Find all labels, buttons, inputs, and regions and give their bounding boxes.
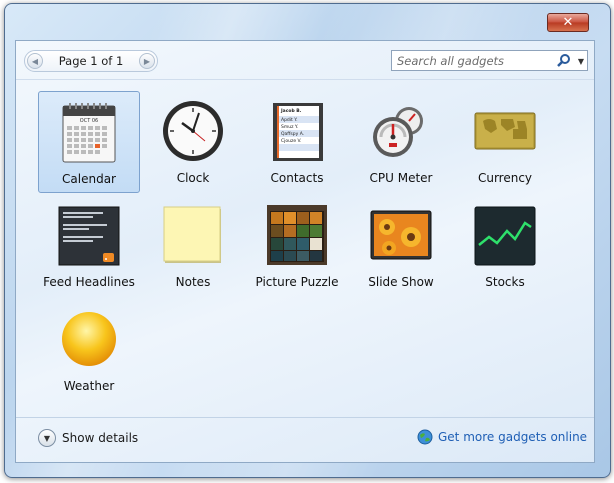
gadget-stocks[interactable]: Stocks — [454, 195, 556, 297]
gadget-weather[interactable]: Weather — [38, 299, 140, 401]
sun-icon — [62, 312, 116, 366]
cpu-meter-icon — [373, 107, 423, 157]
search-icon[interactable] — [555, 52, 573, 70]
gadget-label: Weather — [63, 379, 115, 393]
gadget-picture-puzzle[interactable]: Picture Puzzle — [246, 195, 348, 297]
slide-show-icon — [370, 210, 432, 260]
contact-entry: Cjouze V. — [281, 138, 302, 144]
page-label: Page 1 of 1 — [58, 54, 124, 68]
gadget-label: Calendar — [62, 172, 116, 186]
gallery-content: ◀ Page 1 of 1 ▶ Search all gadgets ▼ OCT… — [15, 40, 595, 463]
gadget-currency[interactable]: Currency — [454, 91, 556, 193]
feed-headlines-icon — [58, 206, 120, 266]
gadget-label: Feed Headlines — [43, 275, 135, 289]
gadget-clock[interactable]: Clock — [142, 91, 244, 193]
clock-icon — [163, 101, 223, 161]
globe-icon — [417, 429, 433, 445]
close-icon: ✕ — [562, 15, 574, 30]
search-dropdown-button[interactable]: ▼ — [575, 52, 587, 70]
gadget-label: Picture Puzzle — [255, 275, 339, 289]
chevron-left-icon: ◀ — [31, 56, 39, 66]
search-box[interactable]: Search all gadgets ▼ — [391, 50, 588, 71]
gadget-notes[interactable]: Notes — [142, 195, 244, 297]
close-button[interactable]: ✕ — [547, 13, 589, 32]
toolbar: ◀ Page 1 of 1 ▶ Search all gadgets ▼ — [16, 41, 594, 80]
show-details-button[interactable]: ▼ Show details — [38, 429, 138, 447]
gadget-label: Stocks — [485, 275, 525, 289]
stocks-icon — [474, 206, 536, 266]
search-input[interactable]: Search all gadgets — [397, 54, 504, 68]
calendar-icon-month: OCT 06 — [80, 118, 98, 124]
currency-icon — [474, 112, 536, 150]
gadget-calendar[interactable]: OCT 06 Calendar — [38, 91, 140, 193]
gadget-label: Contacts — [270, 171, 324, 185]
contact-entry: Apdit Y. — [281, 117, 298, 123]
pager: ◀ Page 1 of 1 ▶ — [24, 50, 158, 72]
calendar-icon: OCT 06 — [62, 103, 116, 163]
gadget-label: Slide Show — [368, 275, 434, 289]
footer: ▼ Show details Get more gadgets online — [16, 417, 594, 462]
gadget-cpu-meter[interactable]: CPU Meter — [350, 91, 452, 193]
chevron-down-icon: ▼ — [38, 429, 56, 447]
contact-entry: Jacob B. — [280, 108, 302, 114]
gadget-label: CPU Meter — [369, 171, 433, 185]
gadget-feed-headlines[interactable]: Feed Headlines — [38, 195, 140, 297]
contact-entry: Qaffspy A. — [281, 131, 304, 137]
next-page-button[interactable]: ▶ — [139, 53, 155, 69]
contact-entry: Smuz Y. — [281, 124, 298, 130]
notes-icon — [163, 206, 221, 263]
gadget-contacts[interactable]: Jacob B. Apdit Y. Smuz Y. Qaffspy A. Cjo… — [246, 91, 348, 193]
picture-puzzle-icon — [267, 205, 327, 265]
gadget-slide-show[interactable]: Slide Show — [350, 195, 452, 297]
show-details-label: Show details — [62, 431, 139, 445]
previous-page-button[interactable]: ◀ — [27, 53, 43, 69]
gadget-label: Clock — [176, 171, 210, 185]
chevron-right-icon: ▶ — [143, 56, 151, 66]
gadget-label: Notes — [175, 275, 211, 289]
get-more-gadgets-label: Get more gadgets online — [438, 430, 588, 444]
get-more-gadgets-link[interactable]: Get more gadgets online — [417, 429, 587, 445]
contacts-icon: Jacob B. Apdit Y. Smuz Y. Qaffspy A. Cjo… — [273, 103, 323, 161]
gadget-label: Currency — [477, 171, 533, 185]
